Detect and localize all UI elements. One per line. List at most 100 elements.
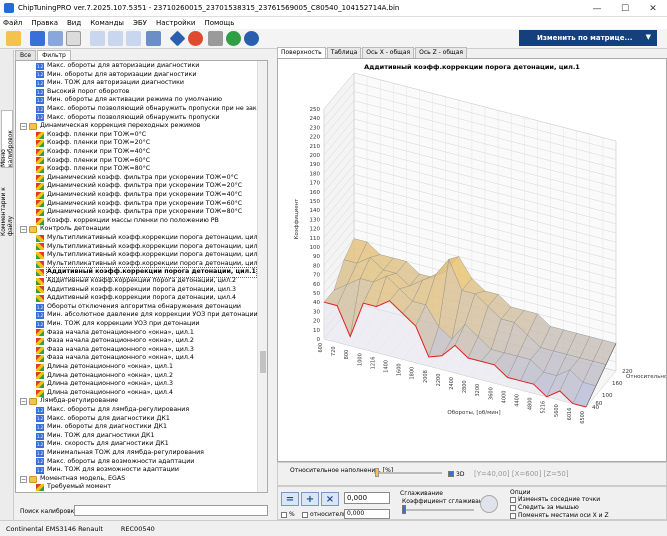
3d-checkbox[interactable]	[448, 471, 454, 477]
tree-item[interactable]: 1.2 Мин. ТОЖ для диагностики ДК1	[36, 432, 155, 441]
surface-chart-pane[interactable]: 0 10 20 30 40 50 60 70 80 90 100 110 120 130 140 150 160…	[277, 58, 667, 462]
close-button[interactable]: ✕	[639, 0, 667, 17]
tree-item[interactable]: Динамический коэфф. фильтра при ускорени…	[36, 200, 242, 209]
tree-item[interactable]: 1.2 Макс. обороты для лямбда-регулировани…	[36, 406, 189, 415]
tree-item[interactable]: Длина детонационного «окна», цил.1	[36, 363, 173, 372]
surface-chart[interactable]: 0 10 20 30 40 50 60 70 80 90 100 110 120 130 140 150 160…	[278, 59, 667, 461]
tab-all[interactable]: Все	[15, 50, 37, 60]
collapse-toggle-icon[interactable]: −	[20, 398, 27, 406]
compare-icon[interactable]	[126, 31, 141, 46]
add-button[interactable]: +	[301, 492, 319, 506]
tree-item[interactable]: 1.2 Мин. ТОЖ для коррекции УОЗ при детона…	[36, 320, 199, 329]
percent-checkbox[interactable]	[281, 512, 287, 518]
tab-axis-z[interactable]: Ось Z - общая	[415, 47, 467, 58]
update-icon[interactable]	[226, 31, 241, 46]
tree-item[interactable]: Динамический коэфф. фильтра при ускорени…	[36, 182, 242, 191]
tab-file-comments[interactable]: Комментарии к файлу	[0, 170, 14, 236]
tree-item[interactable]: Фаза начала детонационного «окна», цил.3	[36, 346, 194, 355]
checksum-icon[interactable]	[188, 31, 203, 46]
tree-item[interactable]: 1.2 Мин. абсолютное давление для коррекци…	[36, 311, 258, 320]
opacity-slider-track[interactable]	[374, 472, 442, 474]
tools-icon[interactable]	[208, 31, 223, 46]
menu-help[interactable]: Помощь	[204, 19, 234, 27]
option-neighbours-checkbox[interactable]	[510, 497, 516, 503]
menu-edit[interactable]: Правка	[31, 19, 58, 27]
option-follow-mouse-checkbox[interactable]	[510, 505, 516, 511]
paste-icon[interactable]	[108, 31, 123, 46]
tree-item[interactable]: Фаза начала детонационного «окна», цил.1	[36, 329, 194, 338]
tree-item[interactable]: Фаза начала детонационного «окна», цил.4	[36, 354, 194, 363]
value-input[interactable]: 0,000	[344, 492, 390, 504]
option-swap-axes-checkbox[interactable]	[510, 513, 516, 519]
tree-item[interactable]: Коэфф. пленки при ТОЖ=80°C	[36, 165, 150, 174]
copy-icon[interactable]	[90, 31, 105, 46]
tree-item[interactable]: Мультипликативный коэфф.коррекции порога…	[36, 234, 263, 243]
search-input[interactable]	[74, 505, 268, 516]
menu-ecu[interactable]: ЭБУ	[133, 19, 147, 27]
tree-item[interactable]: Аддитивный коэфф.коррекции порога детона…	[36, 267, 257, 278]
scrollbar-thumb[interactable]	[260, 351, 266, 373]
tree-scrollbar[interactable]	[257, 61, 267, 492]
tree-item[interactable]: 1.2 Макс. обороты для авторизации диагнос…	[36, 62, 199, 71]
tree-item[interactable]: 1.2 Макс. обороты для диагностики ДК1	[36, 415, 170, 424]
menu-file[interactable]: Файл	[3, 19, 22, 27]
tree-item[interactable]: Корр. оптимального УОЗ, VVTC MIN	[36, 492, 164, 493]
calibration-tree[interactable]: 1.2 Макс. обороты для авторизации диагнос…	[15, 60, 268, 493]
tree-item[interactable]: 1.2 Мин. скорость для диагностики ДК1	[36, 440, 169, 449]
menu-settings[interactable]: Настройки	[156, 19, 196, 27]
tree-item[interactable]: Динамический коэфф. фильтра при ускорени…	[36, 208, 242, 217]
collapse-toggle-icon[interactable]: −	[20, 475, 27, 483]
multiply-button[interactable]: ×	[321, 492, 339, 506]
tab-filter[interactable]: Фильтр	[37, 50, 71, 60]
tree-item[interactable]: Требуемый момент	[36, 483, 111, 492]
tree-item[interactable]: Коэфф. пленки при ТОЖ=60°C	[36, 157, 150, 166]
relative-checkbox[interactable]	[302, 512, 308, 518]
tree-item[interactable]: Длина детонационного «окна», цил.3	[36, 380, 173, 389]
save-as-icon[interactable]	[48, 31, 63, 46]
apply-smoothing-button[interactable]	[480, 495, 498, 513]
equals-button[interactable]: =	[281, 492, 299, 506]
collapse-toggle-icon[interactable]: −	[20, 226, 27, 234]
minimize-button[interactable]: —	[583, 0, 611, 17]
print-icon[interactable]	[66, 31, 81, 46]
tree-item[interactable]: Мультипликативный коэфф.коррекции порога…	[36, 243, 263, 252]
ecu-icon[interactable]	[146, 31, 161, 46]
tree-item[interactable]: 1.2 Макс. обороты для возможности адаптац…	[36, 458, 194, 467]
tree-item[interactable]: Коэфф. пленки при ТОЖ=40°C	[36, 148, 150, 157]
tree-item[interactable]: 1.2 Мин. обороты для авторизации диагност…	[36, 71, 196, 80]
change-by-matrix-dropdown[interactable]: Изменить по матрице... ▼	[519, 30, 657, 46]
maximize-button[interactable]: ☐	[611, 0, 639, 17]
tree-item[interactable]: Динамический коэфф. фильтра при ускорени…	[36, 191, 242, 200]
menu-commands[interactable]: Команды	[90, 19, 124, 27]
open-folder-icon[interactable]	[6, 31, 21, 46]
tab-surface[interactable]: Поверхность	[277, 47, 326, 58]
smoothing-slider-thumb[interactable]	[402, 505, 406, 514]
tree-folder[interactable]: − Лямбда-регулирование	[20, 397, 118, 406]
save-icon[interactable]	[30, 31, 45, 46]
navigate-icon[interactable]	[169, 30, 186, 47]
tree-item[interactable]: 1.2 Макс. обороты позволяющий обнаружить …	[36, 114, 220, 123]
tree-item[interactable]: Аддитивный коэфф.коррекции порога детона…	[36, 286, 236, 295]
smoothing-slider-track[interactable]	[402, 509, 474, 511]
tab-calibration-menu[interactable]: Меню калибровок	[0, 110, 14, 168]
tree-item[interactable]: 1.2 Макс. обороты позволяющий обнаружить …	[36, 105, 267, 114]
tab-table[interactable]: Таблица	[326, 47, 362, 58]
tree-item[interactable]: Длина детонационного «окна», цил.2	[36, 372, 173, 381]
tree-item[interactable]: 1.2 Минимальная ТОЖ для лямбда-регулирова…	[36, 449, 204, 458]
tab-axis-x[interactable]: Ось X - общая	[362, 47, 415, 58]
tree-item[interactable]: Аддитивный коэфф.коррекции порога детона…	[36, 294, 236, 303]
tree-item[interactable]: 1.2 Мин. ТОЖ для возможности адаптации	[36, 466, 179, 475]
opacity-slider-thumb[interactable]	[375, 468, 379, 477]
tree-folder[interactable]: − Динамическая коррекция переходных режим…	[20, 122, 200, 131]
tree-item[interactable]: Коэфф. пленки при ТОЖ=20°C	[36, 139, 150, 148]
tree-item[interactable]: Мультипликативный коэфф.коррекции порога…	[36, 251, 263, 260]
tree-item[interactable]: Коэфф. коррекции массы пленки по положен…	[36, 217, 219, 226]
tree-item[interactable]: 1.2 Мин. обороты для диагностики ДК1	[36, 423, 167, 432]
tree-item[interactable]: 1.2 Мин. обороты для активации режима по …	[36, 96, 222, 105]
tree-item[interactable]: 1.2 Мин. ТОЖ для авторизации диагностики	[36, 79, 184, 88]
help-icon[interactable]	[244, 31, 259, 46]
menu-view[interactable]: Вид	[67, 19, 81, 27]
collapse-toggle-icon[interactable]: −	[20, 122, 27, 130]
tree-folder[interactable]: − Контроль детонации	[20, 225, 110, 234]
relative-value-input[interactable]: 0,000	[344, 509, 390, 519]
